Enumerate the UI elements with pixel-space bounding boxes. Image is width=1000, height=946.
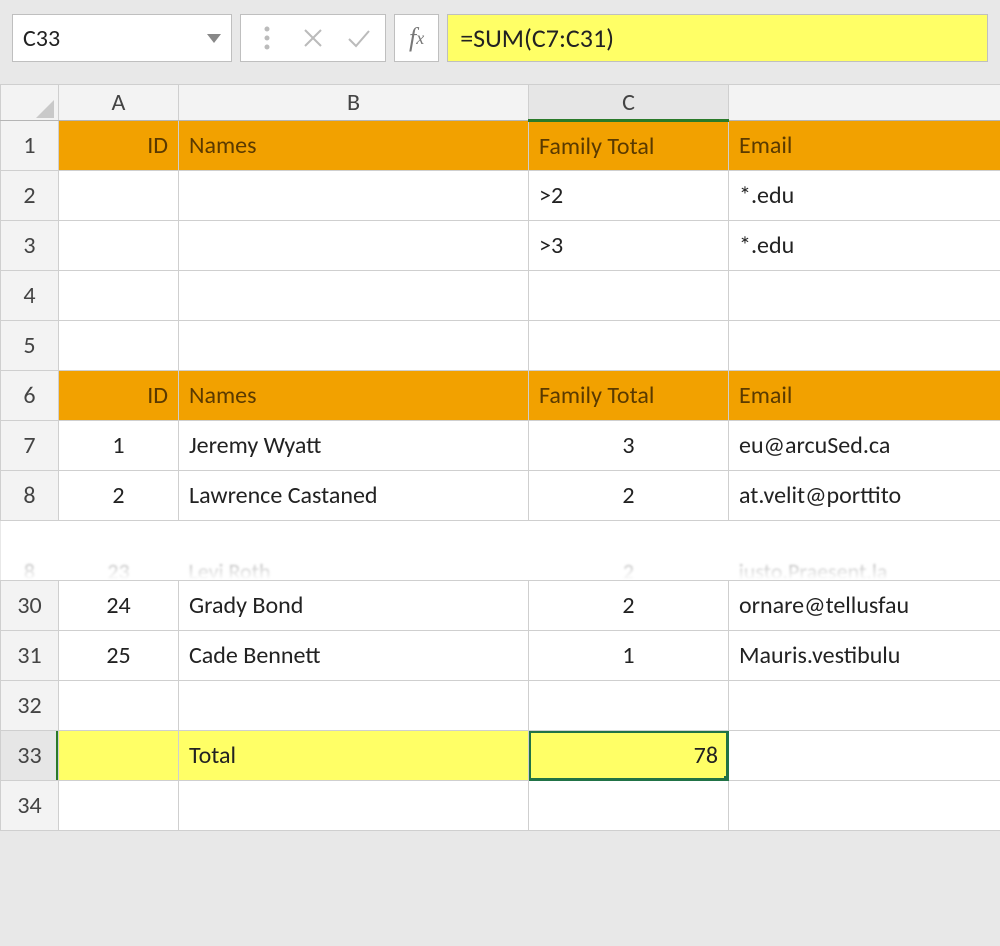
cell[interactable] bbox=[59, 321, 179, 371]
formula-text: =SUM(C7:C31) bbox=[460, 22, 614, 54]
cell-name[interactable]: Lawrence Castaned bbox=[179, 471, 529, 521]
criteria-header-row: 1 ID Names Family Total Email bbox=[1, 121, 1000, 171]
cell[interactable]: *.edu bbox=[729, 171, 1000, 221]
row-header[interactable]: 8 bbox=[1, 471, 59, 521]
total-value-cell[interactable]: 78 bbox=[529, 731, 729, 781]
empty-row: 4 bbox=[1, 271, 1000, 321]
col-header-C[interactable]: C bbox=[529, 85, 729, 121]
cell[interactable]: *.edu bbox=[729, 221, 1000, 271]
cell[interactable] bbox=[529, 271, 729, 321]
data-row: 8 2 Lawrence Castaned 2 at.velit@porttit… bbox=[1, 471, 1000, 521]
data-row: 7 1 Jeremy Wyatt 3 eu@arcuSed.ca bbox=[1, 421, 1000, 471]
cell[interactable]: Family Total bbox=[529, 371, 729, 421]
cell-name[interactable]: Grady Bond bbox=[179, 581, 529, 631]
cell[interactable] bbox=[179, 171, 529, 221]
spreadsheet-grid[interactable]: A B C 1 ID Names Family Total Email 2 >2… bbox=[0, 84, 1000, 831]
total-label-cell[interactable]: Total bbox=[179, 731, 529, 781]
cell-id[interactable]: 25 bbox=[59, 631, 179, 681]
cell-email[interactable]: ornare@tellusfau bbox=[729, 581, 1000, 631]
cell[interactable] bbox=[179, 681, 529, 731]
empty-row: 5 bbox=[1, 321, 1000, 371]
cell[interactable] bbox=[59, 731, 179, 781]
cell-email[interactable]: Mauris.vestibulu bbox=[729, 631, 1000, 681]
cell[interactable] bbox=[529, 321, 729, 371]
row-header[interactable]: 34 bbox=[1, 781, 59, 831]
row-header[interactable]: 2 bbox=[1, 171, 59, 221]
row-header[interactable]: 1 bbox=[1, 121, 59, 171]
formula-bar: C33 fx =SUM(C7:C31) bbox=[0, 0, 1000, 76]
cell[interactable] bbox=[179, 781, 529, 831]
cell[interactable] bbox=[59, 781, 179, 831]
cell-id[interactable]: 1 bbox=[59, 421, 179, 471]
cell[interactable] bbox=[729, 731, 1000, 781]
total-row: 33 Total 78 bbox=[1, 731, 1000, 781]
empty-row: 34 bbox=[1, 781, 1000, 831]
row-header[interactable]: 7 bbox=[1, 421, 59, 471]
cell[interactable] bbox=[729, 321, 1000, 371]
cell[interactable]: Email bbox=[729, 371, 1000, 421]
dots-icon[interactable] bbox=[245, 16, 289, 60]
cell[interactable] bbox=[59, 171, 179, 221]
row-header[interactable]: 3 bbox=[1, 221, 59, 271]
cell[interactable]: ID bbox=[59, 121, 179, 171]
row-header[interactable]: 6 bbox=[1, 371, 59, 421]
name-box-value: C33 bbox=[23, 24, 60, 53]
cell[interactable]: Names bbox=[179, 371, 529, 421]
cell[interactable]: Email bbox=[729, 121, 1000, 171]
cell-family[interactable]: 2 bbox=[529, 581, 729, 631]
fx-icon[interactable]: fx bbox=[394, 14, 439, 62]
row-header[interactable]: 32 bbox=[1, 681, 59, 731]
data-row: 31 25 Cade Bennett 1 Mauris.vestibulu bbox=[1, 631, 1000, 681]
row-header[interactable]: 33 bbox=[1, 731, 59, 781]
col-header-D[interactable] bbox=[729, 85, 1000, 121]
cell[interactable] bbox=[179, 271, 529, 321]
column-header-row: A B C bbox=[1, 85, 1000, 121]
data-row: 30 24 Grady Bond 2 ornare@tellusfau bbox=[1, 581, 1000, 631]
name-box[interactable]: C33 bbox=[12, 14, 232, 62]
cell[interactable] bbox=[729, 781, 1000, 831]
cell-family[interactable]: 3 bbox=[529, 421, 729, 471]
cancel-icon[interactable] bbox=[291, 16, 335, 60]
cell[interactable] bbox=[59, 271, 179, 321]
cell[interactable] bbox=[59, 681, 179, 731]
row-header[interactable]: 4 bbox=[1, 271, 59, 321]
cell[interactable] bbox=[729, 681, 1000, 731]
cell-name[interactable]: Jeremy Wyatt bbox=[179, 421, 529, 471]
hidden-rows-gap: 8 23 Levi Roth 2 justo.Praesent.la bbox=[1, 521, 1000, 581]
cell[interactable] bbox=[529, 681, 729, 731]
data-header-row: 6 ID Names Family Total Email bbox=[1, 371, 1000, 421]
cell[interactable]: Names bbox=[179, 121, 529, 171]
cell-family[interactable]: 2 bbox=[529, 471, 729, 521]
cell[interactable] bbox=[179, 221, 529, 271]
formula-buttons bbox=[240, 14, 386, 62]
chevron-down-icon[interactable] bbox=[207, 34, 221, 43]
empty-row: 32 bbox=[1, 681, 1000, 731]
formula-input[interactable]: =SUM(C7:C31) bbox=[447, 14, 988, 62]
row-header[interactable]: 5 bbox=[1, 321, 59, 371]
row-header[interactable]: 31 bbox=[1, 631, 59, 681]
row-header[interactable]: 30 bbox=[1, 581, 59, 631]
cell-email[interactable]: eu@arcuSed.ca bbox=[729, 421, 1000, 471]
cell[interactable]: >2 bbox=[529, 171, 729, 221]
cell[interactable] bbox=[529, 781, 729, 831]
ghost-row: 8 23 Levi Roth 2 justo.Praesent.la bbox=[1, 558, 1000, 581]
cell[interactable] bbox=[179, 321, 529, 371]
col-header-A[interactable]: A bbox=[59, 85, 179, 121]
cell[interactable]: Family Total bbox=[529, 121, 729, 171]
criteria-row: 3 >3 *.edu bbox=[1, 221, 1000, 271]
criteria-row: 2 >2 *.edu bbox=[1, 171, 1000, 221]
cell-name[interactable]: Cade Bennett bbox=[179, 631, 529, 681]
cell[interactable] bbox=[729, 271, 1000, 321]
cell[interactable]: ID bbox=[59, 371, 179, 421]
cell-email[interactable]: at.velit@porttito bbox=[729, 471, 1000, 521]
cell[interactable] bbox=[59, 221, 179, 271]
cell-family[interactable]: 1 bbox=[529, 631, 729, 681]
enter-icon[interactable] bbox=[337, 16, 381, 60]
cell-id[interactable]: 24 bbox=[59, 581, 179, 631]
cell-id[interactable]: 2 bbox=[59, 471, 179, 521]
col-header-B[interactable]: B bbox=[179, 85, 529, 121]
select-all-corner[interactable] bbox=[1, 85, 59, 121]
cell[interactable]: >3 bbox=[529, 221, 729, 271]
